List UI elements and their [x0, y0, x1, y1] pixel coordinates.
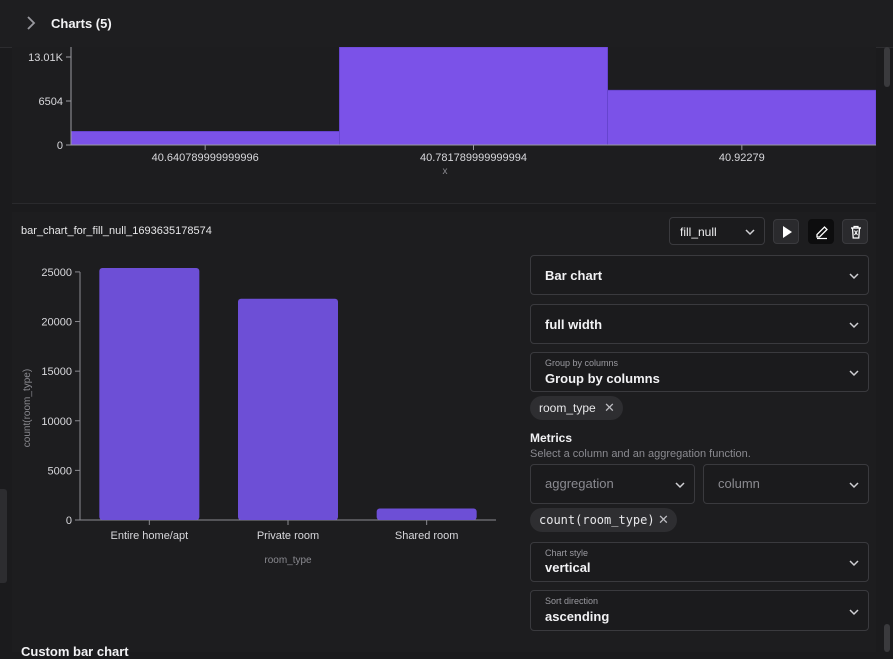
- bar: [99, 267, 200, 520]
- x-axis-label: x: [443, 166, 448, 177]
- remove-chip-icon[interactable]: ✕: [658, 512, 669, 528]
- page-scrollbar[interactable]: [884, 624, 890, 652]
- x-tick-label: Entire home/apt: [111, 530, 189, 542]
- bar: [238, 298, 338, 520]
- run-button[interactable]: [773, 219, 799, 244]
- y-tick-label: 15000: [41, 366, 72, 378]
- sort-direction-value: ascending: [545, 609, 610, 624]
- chevron-down-icon: [849, 370, 859, 377]
- x-tick-label: 40.781789999999994: [420, 152, 527, 164]
- sort-direction-label: Sort direction: [545, 596, 599, 606]
- x-tick-label: Private room: [257, 530, 319, 542]
- metrics-description: Select a column and an aggregation funct…: [530, 448, 751, 460]
- group-by-chip: room_type ✕: [530, 396, 623, 420]
- pencil-icon: [816, 226, 828, 240]
- chevron-down-icon: [849, 560, 859, 567]
- remove-chip-icon[interactable]: ✕: [604, 400, 615, 416]
- histogram-bar: [607, 89, 876, 146]
- left-scrollbar[interactable]: [0, 489, 7, 583]
- charts-section-header[interactable]: Charts (5): [0, 0, 893, 48]
- group-by-label: Group by columns: [545, 358, 619, 368]
- card-scrollbar[interactable]: [884, 47, 890, 87]
- y-axis-label: count(room_type): [22, 369, 33, 447]
- y-tick-label: 20000: [41, 317, 72, 329]
- chevron-right-icon[interactable]: [22, 14, 40, 32]
- chart-style-select[interactable]: Chart style vertical: [530, 542, 869, 582]
- metric-chip-label: count(room_type): [539, 513, 655, 527]
- y-tick-label: 13.01K: [28, 52, 64, 64]
- chevron-down-icon: [849, 273, 859, 280]
- dataset-select[interactable]: fill_null: [669, 217, 765, 245]
- chart-name: bar_chart_for_fill_null_1693635178574: [21, 225, 212, 237]
- y-tick-label: 25000: [41, 267, 72, 279]
- chart-style-value: vertical: [545, 560, 591, 575]
- aggregation-select[interactable]: aggregation: [530, 464, 695, 504]
- x-tick-label: 40.92279: [719, 152, 765, 164]
- chart-style-label: Chart style: [545, 548, 589, 558]
- charts-section-title: Charts (5): [51, 16, 112, 31]
- x-axis-label: room_type: [264, 555, 312, 566]
- x-tick-label: Shared room: [395, 530, 459, 542]
- dataset-select-value: fill_null: [680, 225, 717, 239]
- trash-icon: [851, 225, 861, 239]
- aggregation-placeholder: aggregation: [545, 476, 614, 491]
- metric-chip: count(room_type) ✕: [530, 508, 677, 532]
- histogram-bar: [70, 131, 340, 146]
- y-tick-label: 5000: [48, 465, 72, 477]
- group-by-value: Group by columns: [545, 371, 660, 386]
- chart-type-select[interactable]: Bar chart: [530, 255, 869, 295]
- y-tick-label: 0: [57, 140, 63, 152]
- chart-type-value: Bar chart: [545, 268, 603, 283]
- y-tick-label: 10000: [41, 416, 72, 428]
- column-select[interactable]: column: [703, 464, 869, 504]
- histogram-chart: 13.01K 6504 0 40.640789999999996 40.78178999…: [28, 47, 876, 177]
- room-type-bar-chart: 0 5000 10000 15000 20000 25000 Entire home/apt…: [22, 267, 496, 566]
- chevron-down-icon: [849, 482, 859, 489]
- histogram-bar: [339, 47, 608, 146]
- x-tick-label: 40.640789999999996: [152, 152, 259, 164]
- chevron-down-icon: [849, 609, 859, 616]
- chevron-down-icon: [745, 229, 755, 236]
- play-icon: [783, 226, 792, 238]
- edit-button[interactable]: [808, 219, 834, 244]
- chart-width-select[interactable]: full width: [530, 304, 869, 344]
- group-by-select[interactable]: Group by columns Group by columns: [530, 352, 869, 392]
- chevron-down-icon: [675, 482, 685, 489]
- bar: [376, 508, 477, 520]
- chart-width-value: full width: [545, 317, 603, 332]
- metrics-title: Metrics: [530, 431, 573, 445]
- chevron-down-icon: [849, 322, 859, 329]
- y-tick-label: 6504: [39, 96, 63, 108]
- column-placeholder: column: [718, 476, 760, 491]
- delete-button[interactable]: [842, 219, 868, 244]
- group-by-chip-label: room_type: [539, 401, 596, 415]
- sort-direction-select[interactable]: Sort direction ascending: [530, 590, 869, 631]
- y-tick-label: 0: [66, 515, 72, 527]
